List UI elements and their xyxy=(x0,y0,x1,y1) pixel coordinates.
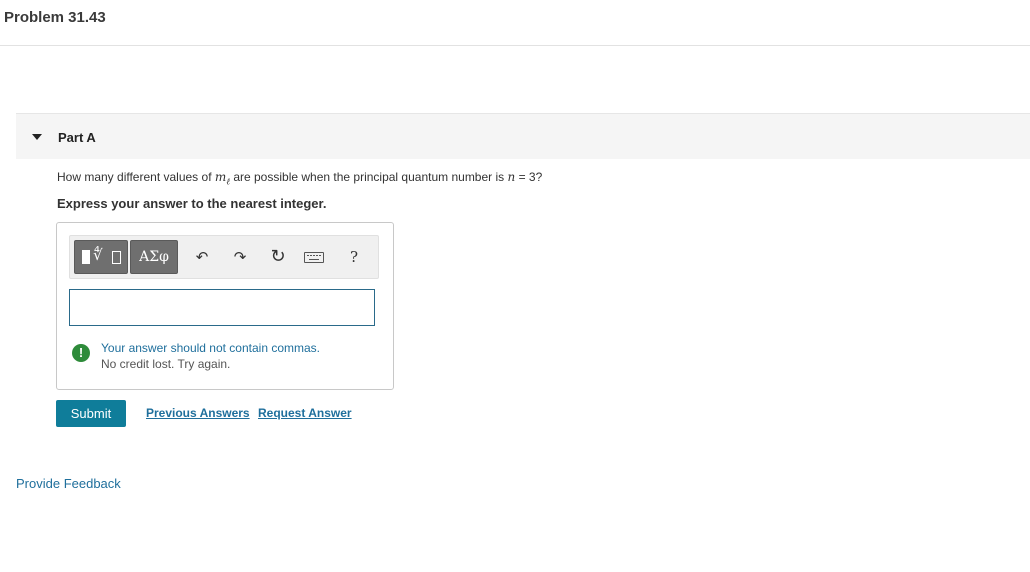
reset-icon[interactable]: ↻ xyxy=(266,245,290,269)
ml-variable: mℓ xyxy=(214,170,230,188)
symbols-button[interactable]: ΑΣφ xyxy=(130,240,178,274)
sqrt-icon: ∜ xyxy=(93,246,103,264)
help-button[interactable]: ? xyxy=(342,245,366,269)
keyboard-icon[interactable] xyxy=(304,252,324,263)
answer-input[interactable] xyxy=(69,289,375,326)
part-label: Part A xyxy=(58,130,96,145)
provide-feedback-link[interactable]: Provide Feedback xyxy=(16,476,121,491)
undo-icon[interactable]: ↶ xyxy=(190,245,214,269)
problem-title-bar: Problem 31.43 xyxy=(0,0,1030,46)
request-answer-link[interactable]: Request Answer xyxy=(258,406,352,420)
redo-icon[interactable]: ↷ xyxy=(228,245,252,269)
warning-message: Your answer should not contain commas. xyxy=(101,341,321,355)
box-outline-icon xyxy=(112,251,121,264)
question-text: How many different values of mℓ are poss… xyxy=(57,170,543,188)
page-title: Problem 31.43 xyxy=(4,9,106,26)
math-toolbar: ∜ ΑΣφ ↶ ↷ ↻ ? xyxy=(69,235,379,279)
warning-icon: ! xyxy=(72,344,90,362)
answer-instruction: Express your answer to the nearest integ… xyxy=(57,196,327,211)
templates-icon xyxy=(82,250,90,264)
templates-button[interactable]: ∜ xyxy=(74,240,128,274)
part-a-header[interactable]: Part A xyxy=(16,113,1030,159)
caret-down-icon[interactable] xyxy=(32,134,42,140)
previous-answers-link[interactable]: Previous Answers xyxy=(146,406,250,420)
warning-sub-message: No credit lost. Try again. xyxy=(101,357,231,371)
submit-button[interactable]: Submit xyxy=(56,400,126,427)
answer-box: ∜ ΑΣφ ↶ ↷ ↻ ? ! Your answer should not c… xyxy=(56,222,394,390)
